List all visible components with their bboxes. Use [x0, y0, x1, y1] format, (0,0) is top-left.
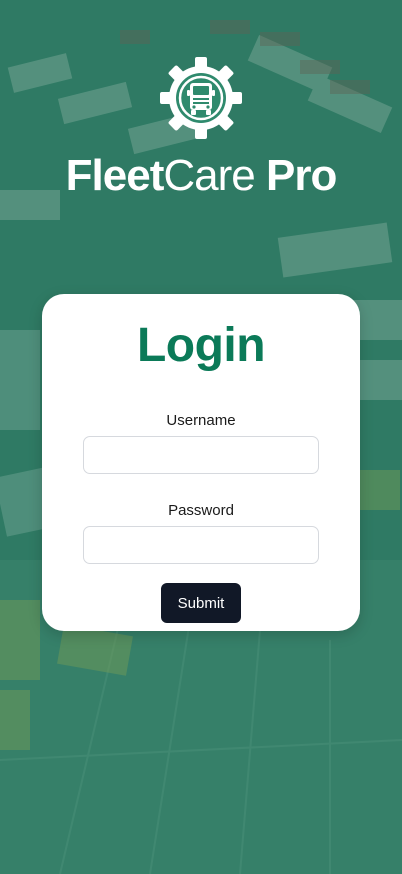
gear-truck-icon: [160, 57, 242, 139]
brand-logo: FleetCare Pro: [0, 56, 402, 202]
brand-name-fleet: Fleet: [65, 151, 165, 200]
brand-name: FleetCare Pro: [0, 150, 402, 202]
username-label: Username: [166, 412, 236, 429]
login-screen: FleetCare Pro Login Username Password Su…: [0, 0, 402, 874]
submit-button[interactable]: Submit: [161, 583, 241, 623]
password-label: Password: [168, 502, 234, 519]
brand-name-pro: Pro: [265, 151, 337, 200]
username-input[interactable]: [83, 436, 319, 474]
login-card: Login Username Password Submit: [42, 294, 360, 631]
login-title: Login: [136, 319, 266, 372]
brand-name-care: Care: [163, 151, 255, 200]
password-input[interactable]: [83, 526, 319, 564]
